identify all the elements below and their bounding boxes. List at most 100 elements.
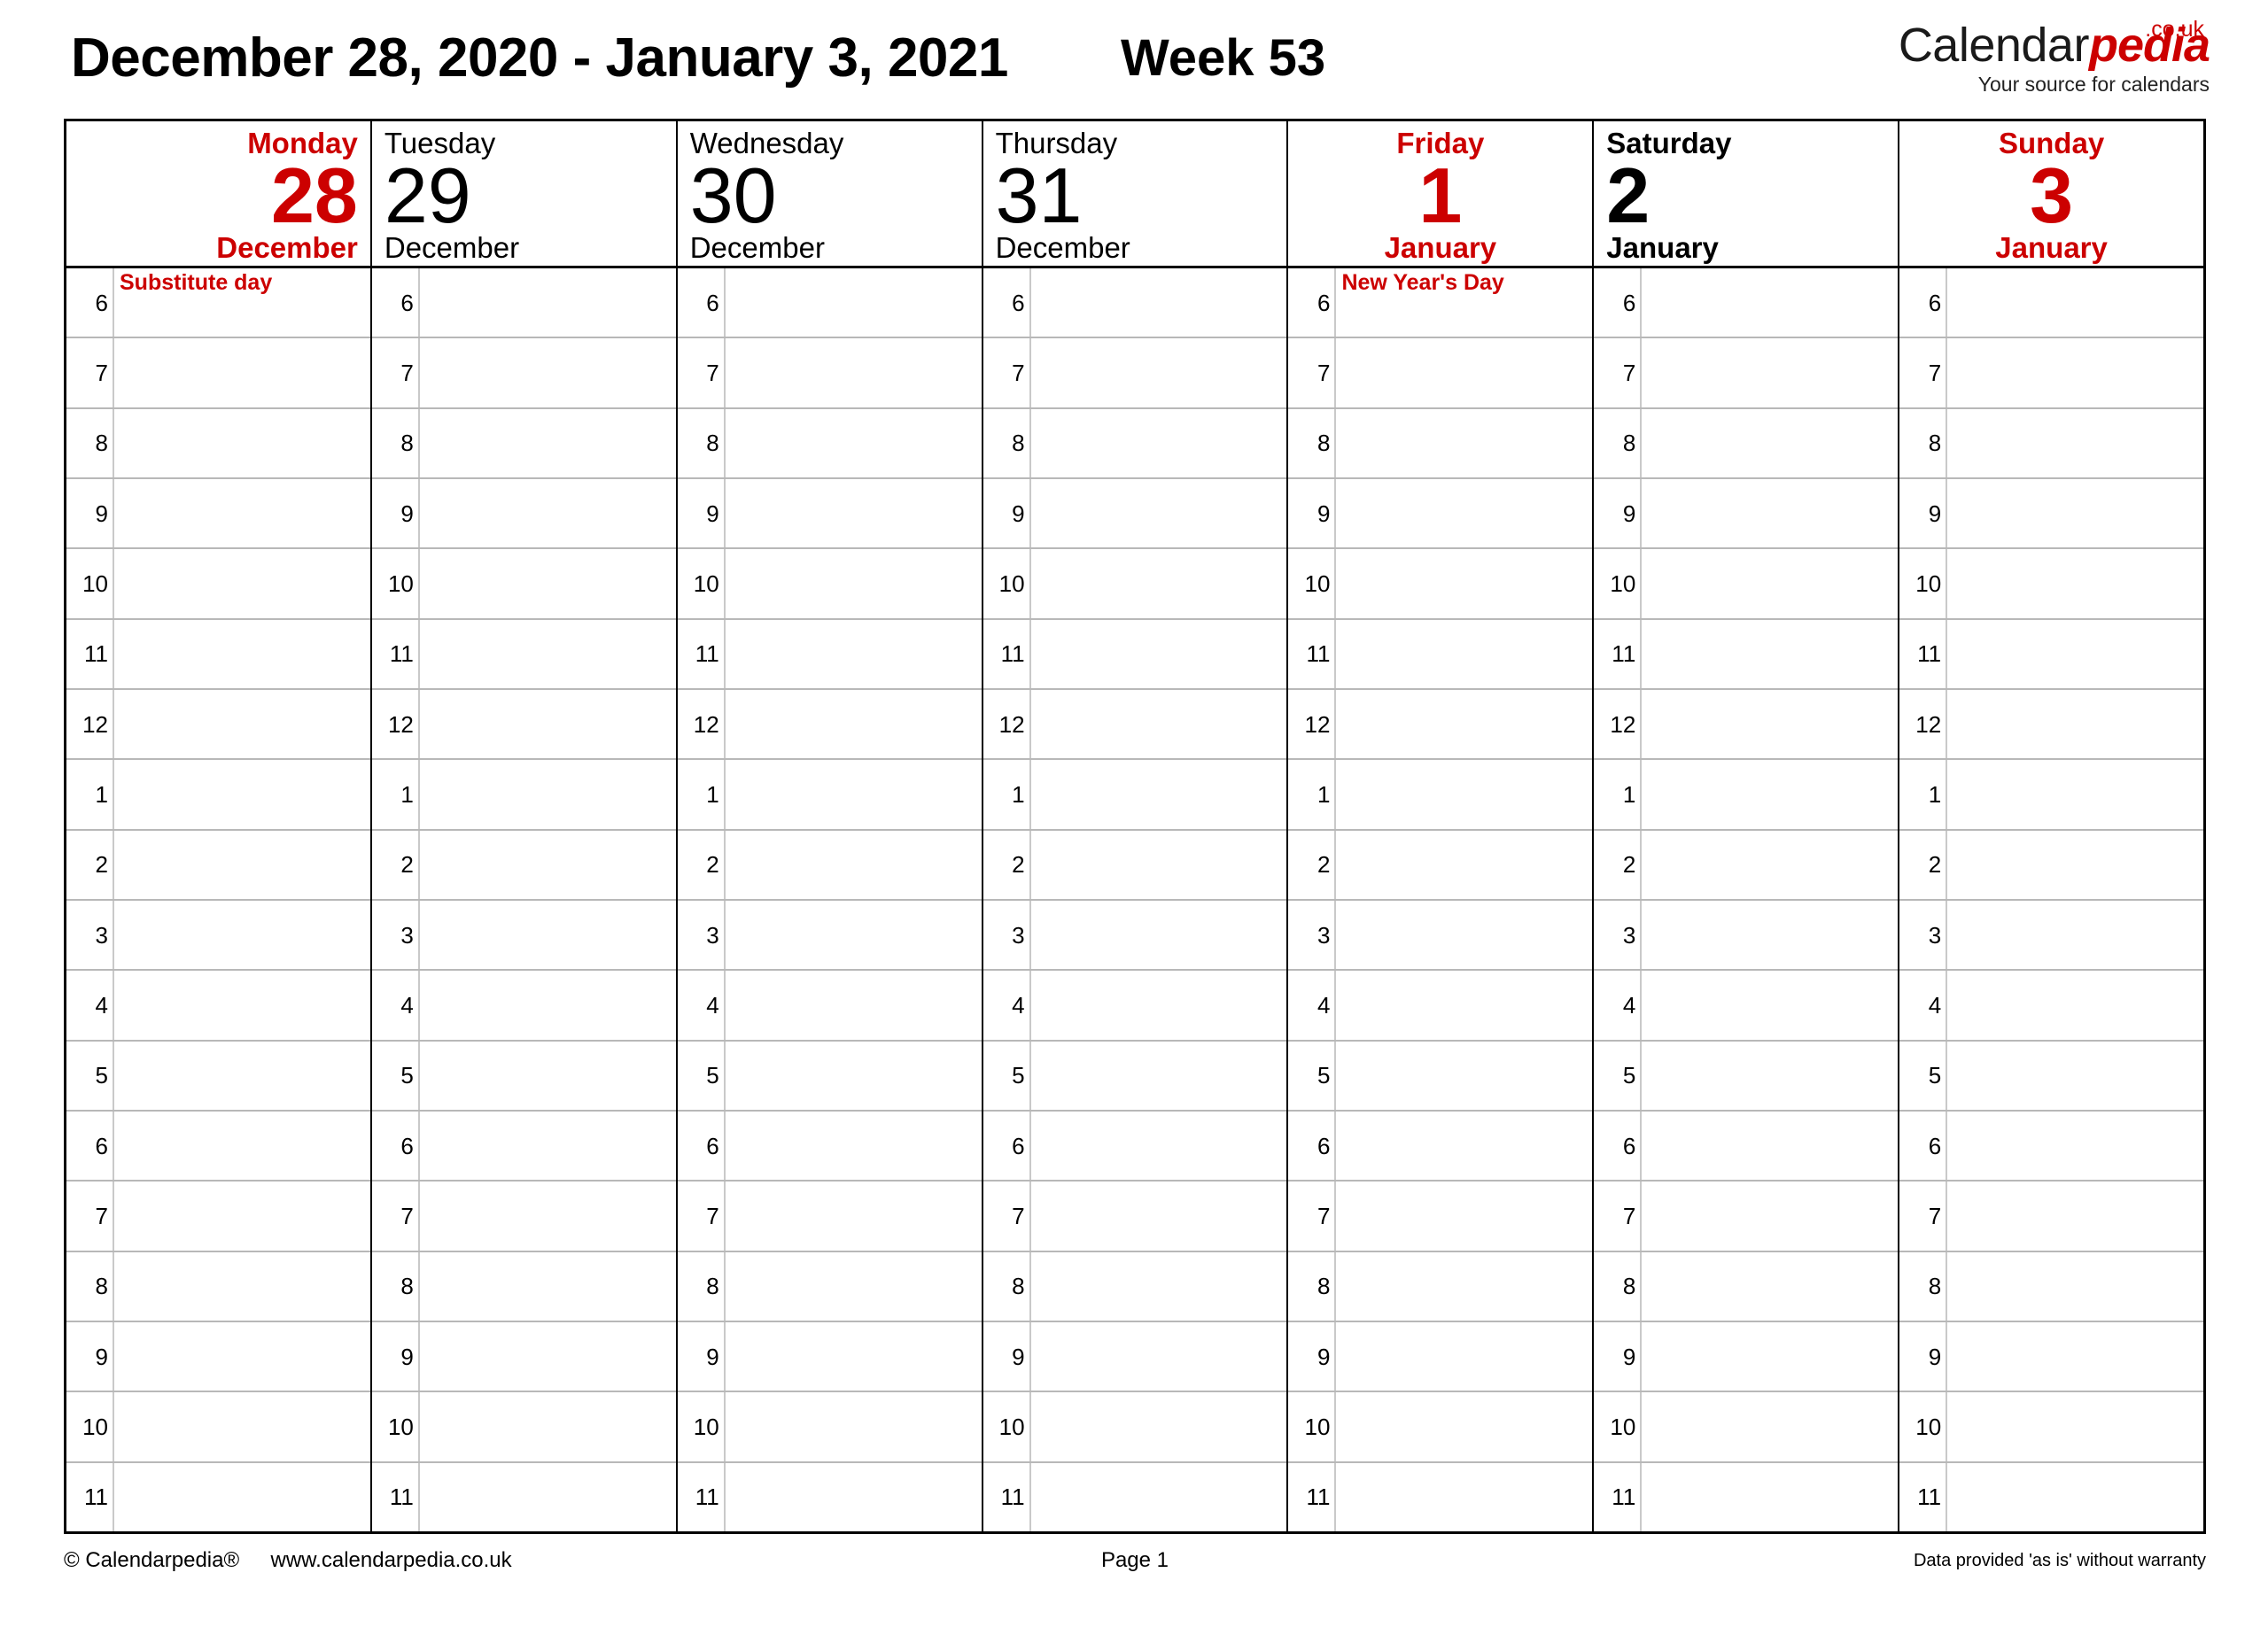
appointment-slot[interactable] [726, 1182, 982, 1250]
appointment-slot[interactable] [420, 1322, 676, 1391]
appointment-slot[interactable] [1642, 1322, 1898, 1391]
appointment-slot[interactable] [1336, 831, 1592, 899]
appointment-slot[interactable] [114, 971, 370, 1039]
appointment-slot[interactable] [1336, 971, 1592, 1039]
appointment-slot[interactable] [1642, 268, 1898, 337]
appointment-slot[interactable] [420, 479, 676, 547]
appointment-slot[interactable] [726, 549, 982, 617]
appointment-slot[interactable] [1031, 549, 1287, 617]
appointment-slot[interactable]: New Year's Day [1336, 268, 1592, 337]
appointment-slot[interactable] [420, 409, 676, 477]
appointment-slot[interactable] [114, 831, 370, 899]
appointment-slot[interactable] [1031, 1392, 1287, 1460]
appointment-slot[interactable] [1947, 1042, 2203, 1110]
appointment-slot[interactable] [1642, 1042, 1898, 1110]
appointment-slot[interactable] [726, 1322, 982, 1391]
appointment-slot[interactable] [1336, 1042, 1592, 1110]
appointment-slot[interactable] [420, 268, 676, 337]
appointment-slot[interactable] [114, 1322, 370, 1391]
appointment-slot[interactable] [1947, 268, 2203, 337]
appointment-slot[interactable] [1642, 1182, 1898, 1250]
appointment-slot[interactable] [726, 268, 982, 337]
event-label[interactable]: New Year's Day [1341, 270, 1588, 295]
appointment-slot[interactable] [420, 620, 676, 688]
appointment-slot[interactable] [726, 479, 982, 547]
appointment-slot[interactable] [1642, 620, 1898, 688]
appointment-slot[interactable] [1642, 1112, 1898, 1180]
appointment-slot[interactable] [114, 1042, 370, 1110]
appointment-slot[interactable] [726, 690, 982, 758]
appointment-slot[interactable] [726, 1042, 982, 1110]
appointment-slot[interactable] [114, 409, 370, 477]
calendarpedia-logo[interactable]: Calendarpedia .co.uk Your source for cal… [1899, 17, 2210, 95]
appointment-slot[interactable] [114, 1252, 370, 1321]
appointment-slot[interactable] [1947, 1112, 2203, 1180]
appointment-slot[interactable] [726, 1463, 982, 1531]
appointment-slot[interactable] [1336, 690, 1592, 758]
appointment-slot[interactable] [420, 1112, 676, 1180]
appointment-slot[interactable] [1947, 1252, 2203, 1321]
appointment-slot[interactable] [1642, 409, 1898, 477]
appointment-slot[interactable] [420, 1182, 676, 1250]
appointment-slot[interactable] [1947, 971, 2203, 1039]
appointment-slot[interactable] [1642, 549, 1898, 617]
appointment-slot[interactable] [1642, 690, 1898, 758]
appointment-slot[interactable]: Substitute day [114, 268, 370, 337]
appointment-slot[interactable] [114, 479, 370, 547]
appointment-slot[interactable] [114, 760, 370, 828]
appointment-slot[interactable] [1031, 760, 1287, 828]
appointment-slot[interactable] [1947, 409, 2203, 477]
appointment-slot[interactable] [1031, 268, 1287, 337]
appointment-slot[interactable] [1947, 1182, 2203, 1250]
appointment-slot[interactable] [726, 1252, 982, 1321]
appointment-slot[interactable] [1947, 690, 2203, 758]
appointment-slot[interactable] [114, 1182, 370, 1250]
appointment-slot[interactable] [420, 690, 676, 758]
appointment-slot[interactable] [1947, 620, 2203, 688]
appointment-slot[interactable] [1336, 549, 1592, 617]
appointment-slot[interactable] [726, 620, 982, 688]
appointment-slot[interactable] [726, 760, 982, 828]
appointment-slot[interactable] [1947, 549, 2203, 617]
appointment-slot[interactable] [726, 971, 982, 1039]
appointment-slot[interactable] [1642, 1392, 1898, 1460]
appointment-slot[interactable] [114, 1463, 370, 1531]
appointment-slot[interactable] [1336, 901, 1592, 969]
appointment-slot[interactable] [1031, 1042, 1287, 1110]
appointment-slot[interactable] [1642, 479, 1898, 547]
appointment-slot[interactable] [1031, 971, 1287, 1039]
event-label[interactable]: Substitute day [120, 270, 367, 295]
appointment-slot[interactable] [420, 971, 676, 1039]
appointment-slot[interactable] [1031, 409, 1287, 477]
appointment-slot[interactable] [1031, 690, 1287, 758]
appointment-slot[interactable] [1642, 971, 1898, 1039]
appointment-slot[interactable] [1031, 1322, 1287, 1391]
appointment-slot[interactable] [726, 831, 982, 899]
appointment-slot[interactable] [1336, 479, 1592, 547]
appointment-slot[interactable] [1031, 620, 1287, 688]
appointment-slot[interactable] [1642, 1463, 1898, 1531]
appointment-slot[interactable] [1031, 831, 1287, 899]
appointment-slot[interactable] [726, 1112, 982, 1180]
appointment-slot[interactable] [726, 409, 982, 477]
appointment-slot[interactable] [114, 620, 370, 688]
appointment-slot[interactable] [420, 1252, 676, 1321]
appointment-slot[interactable] [420, 1392, 676, 1460]
appointment-slot[interactable] [1642, 1252, 1898, 1321]
appointment-slot[interactable] [420, 1042, 676, 1110]
appointment-slot[interactable] [1947, 901, 2203, 969]
appointment-slot[interactable] [1642, 831, 1898, 899]
appointment-slot[interactable] [1642, 760, 1898, 828]
appointment-slot[interactable] [1947, 1322, 2203, 1391]
appointment-slot[interactable] [114, 338, 370, 407]
appointment-slot[interactable] [420, 1463, 676, 1531]
appointment-slot[interactable] [1642, 901, 1898, 969]
appointment-slot[interactable] [1031, 1112, 1287, 1180]
appointment-slot[interactable] [1031, 338, 1287, 407]
appointment-slot[interactable] [1336, 1392, 1592, 1460]
appointment-slot[interactable] [420, 901, 676, 969]
appointment-slot[interactable] [1336, 338, 1592, 407]
appointment-slot[interactable] [1031, 1463, 1287, 1531]
appointment-slot[interactable] [114, 1392, 370, 1460]
appointment-slot[interactable] [1336, 409, 1592, 477]
